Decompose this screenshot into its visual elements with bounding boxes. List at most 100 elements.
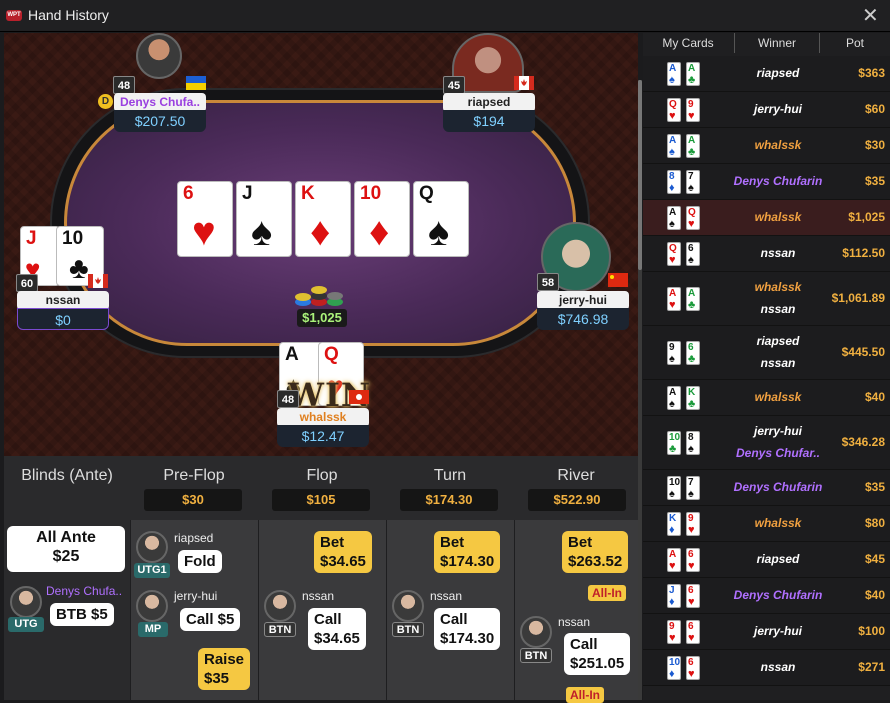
- china-flag-icon: [608, 273, 628, 287]
- bet-bubble: Bet $34.65: [314, 531, 372, 573]
- close-icon[interactable]: ✕: [862, 6, 879, 26]
- my-card: A ♠: [667, 386, 681, 410]
- position-tag: BTN: [392, 622, 424, 637]
- my-card: Q ♥: [667, 242, 681, 266]
- street-pot: $174.30: [400, 489, 498, 511]
- winner-name: whalssk: [754, 516, 802, 530]
- history-row[interactable]: 9 ♠ 6 ♣ riapsed nssan $445.50: [643, 326, 890, 380]
- my-card: A ♣: [686, 287, 700, 311]
- history-row[interactable]: J ♦ 6 ♥ Denys Chufarin $40: [643, 578, 890, 614]
- history-row[interactable]: A ♥ 6 ♥ riapsed $45: [643, 542, 890, 578]
- level-badge: 58: [537, 273, 559, 291]
- call-bubble: Call $34.65: [308, 608, 366, 650]
- pot-value: $1,025: [848, 210, 885, 224]
- dealer-button-icon: D: [98, 94, 113, 109]
- history-row[interactable]: 10 ♠ 7 ♠ Denys Chufarin $35: [643, 470, 890, 506]
- history-row[interactable]: 9 ♥ 6 ♥ jerry-hui $100: [643, 614, 890, 650]
- my-card: 7 ♠: [686, 476, 700, 500]
- pot-amount: $1,025: [297, 309, 347, 327]
- column-title: Turn: [433, 467, 467, 484]
- pot-value: $35: [864, 174, 885, 188]
- ante-bubble: All Ante $25: [7, 526, 125, 572]
- pot-value: $45: [864, 552, 885, 566]
- all-in-badge: All-In: [566, 687, 604, 703]
- history-row[interactable]: 10 ♣ 8 ♠ jerry-hui Denys Chufar.. $346.28: [643, 416, 890, 470]
- my-card: A ♠: [667, 62, 681, 86]
- history-row[interactable]: 8 ♦ 7 ♠ Denys Chufarin $35: [643, 164, 890, 200]
- my-card: A ♥: [667, 287, 681, 311]
- scrollbar-thumb[interactable]: [638, 80, 642, 270]
- my-card: Q ♥: [686, 206, 700, 230]
- raise-bubble: Raise $35: [198, 648, 251, 690]
- history-row[interactable]: 10 ♦ 6 ♥ nssan $271: [643, 650, 890, 686]
- pot-value: $30: [864, 138, 885, 152]
- position-tag: MP: [138, 622, 168, 637]
- player-name: Denys Chufa..: [46, 584, 123, 598]
- my-card: 9 ♥: [667, 620, 681, 644]
- winner-name: whalssk: [754, 138, 802, 152]
- winner-name: whalssk: [754, 280, 802, 294]
- bet-bubble: Bet $174.30: [434, 531, 501, 573]
- winner-name: whalssk: [754, 390, 802, 404]
- pot-value: $271: [858, 660, 885, 674]
- pot-value: $112.50: [842, 246, 885, 260]
- winner-name: riapsed: [756, 334, 800, 348]
- my-card: K ♦: [667, 512, 681, 536]
- winner-name: jerry-hui: [753, 102, 802, 116]
- position-tag: UTG: [8, 617, 44, 632]
- hongkong-flag-icon: [349, 390, 369, 404]
- pot-value: $40: [864, 588, 885, 602]
- bet-bubble: Bet $263.52: [562, 531, 629, 573]
- history-row[interactable]: A ♠ A ♣ whalssk $30: [643, 128, 890, 164]
- pot-value: $35: [864, 480, 885, 494]
- my-card: 9 ♥: [686, 98, 700, 122]
- pot-value: $445.50: [841, 345, 885, 359]
- history-row[interactable]: A ♥ A ♣ whalssk nssan $1,061.89: [643, 272, 890, 326]
- player-stack: $12.47: [277, 425, 369, 447]
- winner-name: Denys Chufarin: [733, 588, 823, 602]
- winner-name: riapsed: [756, 552, 800, 566]
- history-row[interactable]: Q ♥ 6 ♠ nssan $112.50: [643, 236, 890, 272]
- avatar-riapsed: [136, 531, 168, 563]
- my-card: 6 ♥: [686, 548, 700, 572]
- pot-value: $100: [858, 624, 885, 638]
- player-name: nssan: [430, 589, 463, 603]
- history-row[interactable]: K ♦ 9 ♥ whalssk $80: [643, 506, 890, 542]
- player-name: riapsed: [174, 531, 214, 545]
- canada-flag-icon: [88, 274, 108, 288]
- pot-value: $1,061.89: [831, 291, 885, 305]
- board-card-5: Q ♠: [413, 181, 469, 257]
- call-bubble: Call $174.30: [434, 608, 501, 650]
- history-row[interactable]: A ♠ Q ♥ whalssk $1,025: [643, 200, 890, 236]
- avatar-jerry-hui: [136, 590, 168, 622]
- winner-name: riapsed: [756, 66, 800, 80]
- my-card: Q ♥: [667, 98, 681, 122]
- avatar-nssan: [392, 590, 424, 622]
- app-logo-icon: WPT: [6, 10, 22, 21]
- history-row[interactable]: A ♠ A ♣ riapsed $363: [643, 56, 890, 92]
- level-badge: 45: [443, 76, 465, 94]
- header-pot: Pot: [845, 36, 864, 50]
- column-title: River: [557, 467, 595, 484]
- pot-value: $363: [858, 66, 885, 80]
- winner-name: whalssk: [754, 210, 802, 224]
- board-card-2: J ♠: [236, 181, 292, 257]
- avatar-denys: [136, 33, 182, 79]
- my-card: 8 ♠: [686, 431, 700, 455]
- player-stack: $207.50: [114, 110, 206, 132]
- winner-name: nssan: [760, 660, 796, 674]
- winner-name: jerry-hui: [753, 424, 802, 438]
- player-stack: $0: [17, 308, 109, 330]
- history-row[interactable]: A ♠ K ♣ whalssk $40: [643, 380, 890, 416]
- winner-name: Denys Chufarin: [733, 174, 823, 188]
- my-card: 8 ♦: [667, 170, 681, 194]
- my-card: 10 ♠: [667, 476, 681, 500]
- call-bubble: Call $251.05: [564, 633, 631, 675]
- header-winner: Winner: [734, 33, 820, 53]
- window-title: Hand History: [28, 7, 109, 23]
- action-bubble: Call $5: [180, 608, 241, 631]
- history-row[interactable]: Q ♥ 9 ♥ jerry-hui $60: [643, 92, 890, 128]
- chip-stack-icon: [295, 286, 343, 306]
- position-tag: BTN: [520, 648, 552, 663]
- my-card: 9 ♥: [686, 512, 700, 536]
